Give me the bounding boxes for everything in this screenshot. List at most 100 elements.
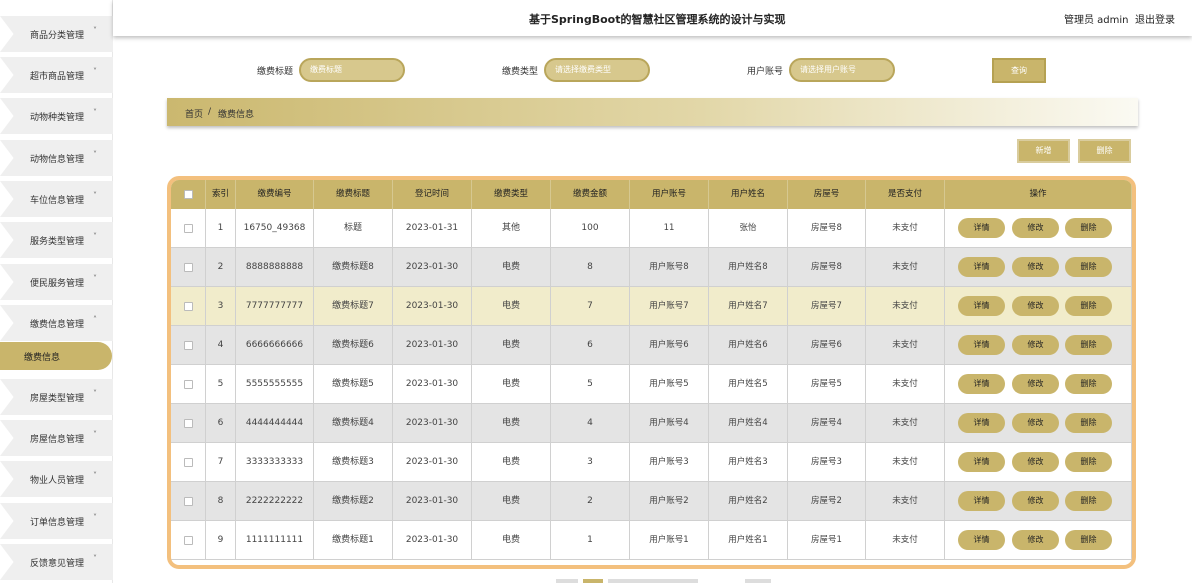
sidebar-item-staff[interactable]: 物业人员管理 ˅ bbox=[0, 461, 113, 497]
sidebar-item-label: 物业人员管理 bbox=[30, 475, 85, 486]
sidebar-item-service-type[interactable]: 服务类型管理 ˅ bbox=[0, 222, 113, 258]
cell-pay-amount: 3 bbox=[551, 443, 630, 482]
row-checkbox[interactable] bbox=[184, 458, 193, 467]
search-title-input[interactable]: 缴费标题 bbox=[299, 58, 405, 82]
row-checkbox[interactable] bbox=[184, 263, 193, 272]
delete-button[interactable]: 删除 bbox=[1065, 335, 1112, 355]
col-header-user-account: 用户账号 bbox=[630, 180, 709, 209]
delete-button[interactable]: 删除 bbox=[1065, 218, 1112, 238]
cell-pay-type: 电费 bbox=[472, 365, 551, 404]
sidebar-item-payment-mgmt[interactable]: 缴费信息管理 ˄ bbox=[0, 305, 113, 341]
chevron-down-icon: ˅ bbox=[93, 150, 97, 159]
row-checkbox[interactable] bbox=[184, 341, 193, 350]
detail-button[interactable]: 详情 bbox=[958, 257, 1005, 277]
sidebar-item-market-goods[interactable]: 超市商品管理 ˅ bbox=[0, 57, 113, 93]
sidebar-item-parking[interactable]: 车位信息管理 ˅ bbox=[0, 181, 113, 217]
detail-button[interactable]: 详情 bbox=[958, 413, 1005, 433]
sidebar-item-house-type[interactable]: 房屋类型管理 ˅ bbox=[0, 379, 113, 415]
detail-button[interactable]: 详情 bbox=[958, 374, 1005, 394]
cell-reg-time: 2023-01-30 bbox=[393, 404, 472, 443]
detail-button[interactable]: 详情 bbox=[958, 530, 1005, 550]
sidebar-item-goods-category[interactable]: 商品分类管理 ˅ bbox=[0, 16, 113, 52]
edit-button[interactable]: 修改 bbox=[1012, 530, 1059, 550]
pager-size[interactable] bbox=[608, 579, 698, 583]
cell-user-name: 用户姓名6 bbox=[709, 326, 788, 365]
delete-button[interactable]: 删除 bbox=[1065, 413, 1112, 433]
edit-button[interactable]: 修改 bbox=[1012, 491, 1059, 511]
chevron-down-icon: ˅ bbox=[93, 389, 97, 398]
breadcrumb-home[interactable]: 首页 bbox=[185, 107, 203, 120]
search-account-select[interactable]: 请选择用户账号 bbox=[789, 58, 895, 82]
sidebar-item-convenience[interactable]: 便民服务管理 ˅ bbox=[0, 264, 113, 300]
delete-button[interactable]: 删除 bbox=[1065, 257, 1112, 277]
cell-user-account: 用户账号6 bbox=[630, 326, 709, 365]
sidebar-item-label: 商品分类管理 bbox=[30, 30, 85, 41]
sidebar-item-payment-info[interactable]: 缴费信息 bbox=[0, 338, 113, 374]
cell-index: 2 bbox=[206, 248, 236, 287]
edit-button[interactable]: 修改 bbox=[1012, 335, 1059, 355]
row-actions: 详情 修改 删除 bbox=[945, 209, 1132, 248]
row-checkbox[interactable] bbox=[184, 419, 193, 428]
page-title: 基于SpringBoot的智慧社区管理系统的设计与实现 bbox=[529, 13, 786, 26]
cell-index: 5 bbox=[206, 365, 236, 404]
table-row: 2 8888888888 缴费标题8 2023-01-30 电费 8 用户账号8 用户姓名8 房… bbox=[171, 248, 1132, 287]
row-checkbox[interactable] bbox=[184, 224, 193, 233]
row-checkbox[interactable] bbox=[184, 497, 193, 506]
sidebar-item-animal-type[interactable]: 动物种类管理 ˅ bbox=[0, 98, 113, 134]
cell-house-no: 房屋号2 bbox=[788, 482, 866, 521]
detail-button[interactable]: 详情 bbox=[958, 218, 1005, 238]
edit-button[interactable]: 修改 bbox=[1012, 257, 1059, 277]
sidebar-item-animal-info[interactable]: 动物信息管理 ˅ bbox=[0, 140, 113, 176]
logout-link[interactable]: 退出登录 bbox=[1135, 11, 1175, 26]
current-user: 管理员 admin bbox=[1064, 15, 1129, 26]
delete-button[interactable]: 删除 bbox=[1065, 530, 1112, 550]
edit-button[interactable]: 修改 bbox=[1012, 452, 1059, 472]
cell-house-no: 房屋号5 bbox=[788, 365, 866, 404]
row-select-cell bbox=[171, 248, 206, 287]
cell-pay-type: 电费 bbox=[472, 443, 551, 482]
cell-pay-amount: 1 bbox=[551, 521, 630, 560]
pager-prev[interactable] bbox=[556, 579, 578, 583]
cell-index: 3 bbox=[206, 287, 236, 326]
row-actions: 详情 修改 删除 bbox=[945, 248, 1132, 287]
cell-reg-time: 2023-01-30 bbox=[393, 365, 472, 404]
pager-jump[interactable] bbox=[745, 579, 771, 583]
edit-button[interactable]: 修改 bbox=[1012, 218, 1059, 238]
delete-button[interactable]: 删除 bbox=[1065, 452, 1112, 472]
edit-button[interactable]: 修改 bbox=[1012, 374, 1059, 394]
cell-reg-time: 2023-01-30 bbox=[393, 287, 472, 326]
sidebar-item-feedback[interactable]: 反馈意见管理 ˅ bbox=[0, 544, 113, 580]
add-button[interactable]: 新增 bbox=[1017, 139, 1070, 163]
cell-pay-title: 缴费标题5 bbox=[314, 365, 393, 404]
sidebar-item-house-info[interactable]: 房屋信息管理 ˅ bbox=[0, 420, 113, 456]
search-title-label: 缴费标题 bbox=[257, 67, 294, 77]
table-row: 7 3333333333 缴费标题3 2023-01-30 电费 3 用户账号3 用户姓名3 房… bbox=[171, 443, 1132, 482]
cell-user-account: 用户账号2 bbox=[630, 482, 709, 521]
detail-button[interactable]: 详情 bbox=[958, 491, 1005, 511]
cell-pay-title: 缴费标题7 bbox=[314, 287, 393, 326]
cell-pay-title: 缴费标题2 bbox=[314, 482, 393, 521]
cell-is-paid: 未支付 bbox=[866, 209, 945, 248]
cell-index: 8 bbox=[206, 482, 236, 521]
sidebar-item-label: 反馈意见管理 bbox=[30, 558, 85, 569]
row-checkbox[interactable] bbox=[184, 536, 193, 545]
select-all-checkbox[interactable] bbox=[184, 190, 193, 199]
delete-button[interactable]: 删除 bbox=[1065, 491, 1112, 511]
edit-button[interactable]: 修改 bbox=[1012, 413, 1059, 433]
search-type-select[interactable]: 请选择缴费类型 bbox=[544, 58, 650, 82]
pager-current[interactable] bbox=[583, 579, 603, 583]
row-checkbox[interactable] bbox=[184, 302, 193, 311]
batch-delete-button[interactable]: 删除 bbox=[1078, 139, 1131, 163]
row-checkbox[interactable] bbox=[184, 380, 193, 389]
sidebar-item-label: 房屋信息管理 bbox=[30, 434, 85, 445]
cell-pay-type: 电费 bbox=[472, 521, 551, 560]
sidebar-item-orders[interactable]: 订单信息管理 ˅ bbox=[0, 503, 113, 539]
detail-button[interactable]: 详情 bbox=[958, 452, 1005, 472]
delete-button[interactable]: 删除 bbox=[1065, 296, 1112, 316]
delete-button[interactable]: 删除 bbox=[1065, 374, 1112, 394]
query-button[interactable]: 查询 bbox=[992, 58, 1046, 83]
edit-button[interactable]: 修改 bbox=[1012, 296, 1059, 316]
cell-user-name: 用户姓名2 bbox=[709, 482, 788, 521]
detail-button[interactable]: 详情 bbox=[958, 335, 1005, 355]
detail-button[interactable]: 详情 bbox=[958, 296, 1005, 316]
